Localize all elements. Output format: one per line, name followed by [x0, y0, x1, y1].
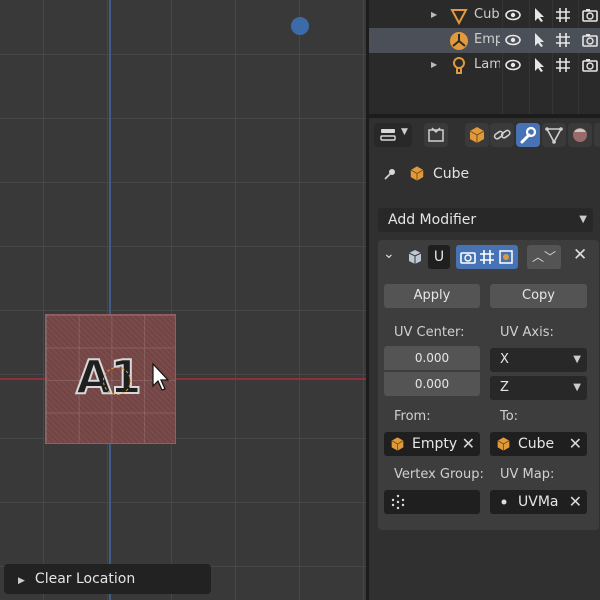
clear-field-icon[interactable]: ✕ — [569, 432, 582, 456]
eye-icon[interactable] — [504, 31, 522, 49]
render-grid-icon[interactable] — [554, 56, 572, 74]
uvwarp-modifier-panel: ⌄ U ︿﹀ ✕ Apply Copy UV Center: UV Axis: … — [378, 240, 599, 530]
triangle-mesh-icon — [450, 9, 468, 26]
camera-icon[interactable] — [581, 56, 599, 74]
empty-axes-icon — [450, 32, 468, 50]
cube-icon — [469, 127, 485, 143]
chevron-down-icon[interactable]: ﹀ — [544, 250, 556, 264]
properties-editor: Cube Add Modifier ▼ ⌄ U ︿﹀ ✕ Apply Copy … — [369, 152, 600, 600]
select-arrow-icon[interactable] — [530, 56, 548, 74]
expand-triangle-icon[interactable]: ▶ — [431, 10, 437, 19]
uv-map-field[interactable]: UVMa ✕ — [490, 490, 587, 514]
properties-header: ▼ — [369, 118, 600, 152]
material-sphere-icon — [573, 128, 587, 142]
outliner-item-label: Cube — [474, 7, 500, 22]
chevron-up-icon[interactable]: ︿ — [532, 250, 544, 264]
render-grid-icon[interactable] — [554, 6, 572, 24]
context-object-name: Cube — [433, 166, 470, 182]
outliner[interactable]: ▶ Cube Empty ▶ Lamp — [369, 0, 600, 114]
wrench-icon — [520, 126, 537, 144]
vertex-group-icon — [391, 494, 405, 510]
eye-icon[interactable] — [504, 6, 522, 24]
uv-axis-v-value: Z — [500, 380, 509, 395]
eye-icon[interactable] — [504, 56, 522, 74]
cube-icon — [410, 166, 424, 181]
tab-constraints[interactable] — [490, 123, 514, 147]
3d-viewport[interactable]: A1 ▶ Clear Location — [0, 0, 366, 600]
uv-map-label: UV Map: — [500, 467, 555, 482]
expand-triangle-icon[interactable]: ▶ — [18, 576, 25, 586]
editor-type-dropdown[interactable]: ▼ — [374, 123, 412, 147]
from-object-value: Empty — [412, 436, 458, 452]
render-grid-icon[interactable] — [554, 31, 572, 49]
mouse-cursor-icon — [152, 362, 170, 391]
chevron-down-icon: ▼ — [401, 127, 408, 137]
chevron-down-icon: ▼ — [573, 354, 581, 365]
tab-modifiers[interactable] — [516, 123, 540, 147]
uv-axis-u-value: X — [500, 352, 509, 367]
chevron-down-icon: ▼ — [573, 382, 581, 393]
last-operator-label: Clear Location — [34, 571, 136, 587]
camera-icon[interactable] — [581, 6, 599, 24]
collapse-chevron-icon[interactable]: ⌄ — [383, 246, 395, 262]
tab-object[interactable] — [465, 123, 489, 147]
cube-icon — [391, 437, 404, 451]
link-icon — [493, 129, 511, 140]
lamp-icon — [453, 57, 465, 74]
vertex-group-label: Vertex Group: — [394, 467, 484, 482]
scene-icon — [428, 127, 444, 142]
uv-center-x-field[interactable]: 0.000 — [384, 346, 480, 370]
outliner-row-lamp[interactable]: ▶ Lamp — [369, 53, 600, 78]
uv-axis-u-dropdown[interactable]: X ▼ — [490, 348, 587, 372]
mesh-data-icon — [545, 127, 563, 144]
clear-field-icon[interactable]: ✕ — [462, 432, 475, 456]
from-label: From: — [394, 409, 431, 424]
edit-mode-icon[interactable] — [497, 248, 515, 266]
lamp-object[interactable] — [291, 17, 309, 35]
camera-icon[interactable] — [581, 31, 599, 49]
uv-dot-icon — [501, 499, 507, 505]
cube-icon — [497, 437, 510, 451]
select-arrow-icon[interactable] — [530, 31, 548, 49]
modifier-name-field[interactable]: U — [428, 245, 450, 269]
uvwarp-modifier-icon — [408, 250, 422, 264]
apply-button[interactable]: Apply — [384, 284, 480, 308]
clear-field-icon[interactable]: ✕ — [569, 490, 582, 514]
to-object-value: Cube — [518, 436, 555, 452]
expand-triangle-icon[interactable]: ▶ — [431, 60, 437, 69]
outliner-row-cube[interactable]: ▶ Cube — [369, 3, 600, 28]
pin-icon[interactable] — [382, 166, 398, 182]
select-arrow-icon[interactable] — [530, 6, 548, 24]
last-operator-panel[interactable]: ▶ Clear Location — [4, 564, 211, 594]
camera-icon[interactable] — [459, 248, 477, 266]
chevron-down-icon: ▼ — [579, 214, 587, 225]
y-axis-line — [109, 0, 111, 600]
add-modifier-dropdown[interactable]: Add Modifier ▼ — [378, 208, 593, 232]
to-label: To: — [500, 409, 519, 424]
tab-scene[interactable] — [424, 123, 448, 147]
vertex-group-field[interactable] — [384, 490, 480, 514]
copy-button[interactable]: Copy — [490, 284, 587, 308]
uv-center-label: UV Center: — [394, 325, 465, 340]
tab-data[interactable] — [542, 123, 566, 147]
properties-editor-icon — [380, 129, 396, 141]
uv-axis-v-dropdown[interactable]: Z ▼ — [490, 376, 587, 400]
uv-map-value: UVMa — [518, 494, 559, 510]
modifier-visibility-toggles[interactable] — [456, 245, 518, 269]
outliner-row-empty[interactable]: Empty — [369, 28, 600, 53]
empty-object-gizmo[interactable] — [103, 367, 131, 395]
to-object-field[interactable]: Cube ✕ — [490, 432, 587, 456]
outliner-item-label: Empty — [474, 32, 500, 47]
move-up-down-buttons[interactable]: ︿﹀ — [527, 245, 561, 269]
remove-modifier-close-icon[interactable]: ✕ — [573, 245, 587, 265]
tab-material[interactable] — [568, 123, 592, 147]
uv-axis-label: UV Axis: — [500, 325, 554, 340]
add-modifier-label: Add Modifier — [388, 212, 477, 228]
uv-center-y-field[interactable]: 0.000 — [384, 372, 480, 396]
render-grid-icon[interactable] — [478, 248, 496, 266]
from-object-field[interactable]: Empty ✕ — [384, 432, 480, 456]
outliner-item-label: Lamp — [474, 57, 500, 72]
tab-texture[interactable] — [594, 123, 600, 147]
